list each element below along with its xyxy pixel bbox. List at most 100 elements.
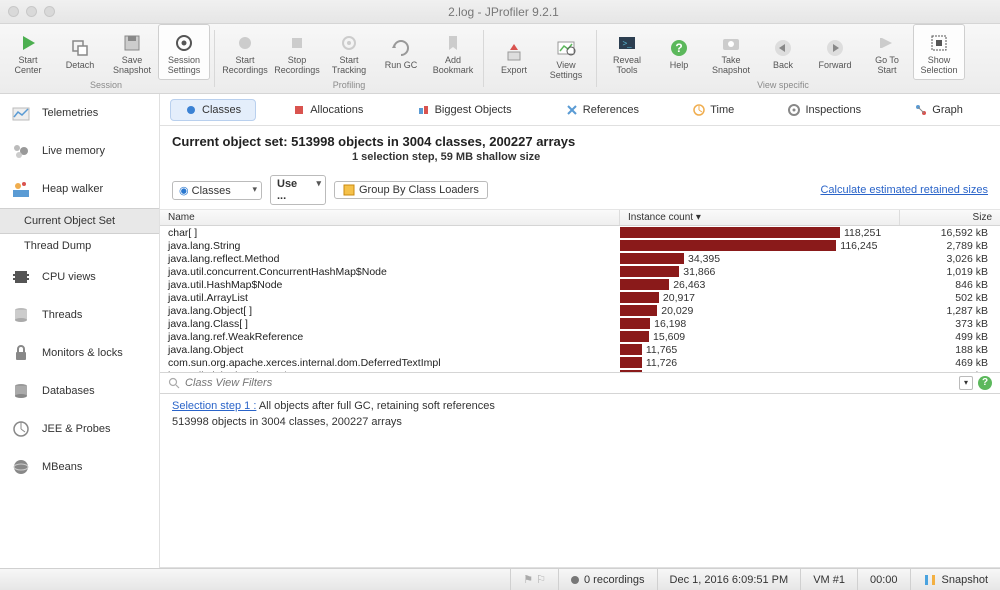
filter-dropdown-icon[interactable]: ▾ bbox=[959, 376, 973, 390]
snapshot-icon bbox=[923, 574, 937, 586]
export-icon bbox=[503, 42, 525, 64]
toolbar-view-settings[interactable]: ViewSettings bbox=[540, 24, 592, 90]
monitors-locks-icon bbox=[10, 342, 32, 364]
status-flags[interactable]: ⚑ ⚐ bbox=[510, 569, 558, 590]
back-icon bbox=[772, 37, 794, 59]
toolbar-add-bookmark[interactable]: AddBookmark bbox=[427, 24, 479, 80]
sidebar-item-label: JEE & Probes bbox=[42, 423, 110, 435]
biggest-objects-icon bbox=[418, 104, 430, 116]
graph-icon bbox=[915, 104, 927, 116]
status-snapshot[interactable]: Snapshot bbox=[910, 569, 1000, 590]
search-icon bbox=[168, 377, 180, 389]
toolbar-label: RevealTools bbox=[613, 56, 641, 76]
bar-icon bbox=[620, 240, 836, 251]
toolbar-go-to-start[interactable]: Go ToStart bbox=[861, 24, 913, 80]
toolbar-show-selection[interactable]: ShowSelection bbox=[913, 24, 965, 80]
toolbar-label: AddBookmark bbox=[433, 56, 474, 76]
sidebar-item-monitors-locks[interactable]: Monitors & locks bbox=[0, 334, 159, 372]
track-icon bbox=[338, 32, 360, 54]
statusbar: ⚑ ⚐ 0 recordings Dec 1, 2016 6:09:51 PM … bbox=[0, 568, 1000, 590]
table-row[interactable]: java.lang.Class[ ]16,198373 kB bbox=[160, 317, 1000, 330]
toolbar-reveal-tools[interactable]: >_RevealTools bbox=[601, 24, 653, 80]
toolbar-label: TakeSnapshot bbox=[712, 56, 750, 76]
view-selector[interactable]: ◉ Classes bbox=[172, 181, 262, 200]
toolbar-back[interactable]: Back bbox=[757, 24, 809, 80]
group-by-button[interactable]: Group By Class Loaders bbox=[334, 181, 488, 199]
sidebar-sub-current-object-set[interactable]: Current Object Set bbox=[0, 208, 159, 234]
table-row[interactable]: java.lang.reflect.Method34,3953,026 kB bbox=[160, 252, 1000, 265]
sidebar-item-cpu-views[interactable]: CPU views bbox=[0, 258, 159, 296]
window-controls bbox=[8, 6, 55, 17]
cell-count: 34,395 bbox=[688, 253, 720, 265]
table-row[interactable]: com.sun.org.apache.xerces.internal.dom.D… bbox=[160, 356, 1000, 369]
use-selector-label: Use ... bbox=[277, 178, 297, 202]
gear-icon bbox=[173, 32, 195, 54]
table-row[interactable]: java.lang.Object11,765188 kB bbox=[160, 343, 1000, 356]
sidebar-item-live-memory[interactable]: Live memory bbox=[0, 132, 159, 170]
tab-allocations[interactable]: Allocations bbox=[278, 99, 378, 121]
toolbar-detach[interactable]: Detach bbox=[54, 24, 106, 80]
table-row[interactable]: java.util.concurrent.ConcurrentHashMap$N… bbox=[160, 265, 1000, 278]
calculate-retained-link[interactable]: Calculate estimated retained sizes bbox=[820, 184, 988, 196]
sidebar-item-jee-probes[interactable]: JEE & Probes bbox=[0, 410, 159, 448]
use-selector[interactable]: Use ... bbox=[270, 175, 326, 205]
toolbar-start-center[interactable]: StartCenter bbox=[2, 24, 54, 80]
sidebar-item-heap-walker[interactable]: Heap walker bbox=[0, 170, 159, 208]
telemetries-icon bbox=[10, 102, 32, 124]
camera-icon bbox=[720, 32, 742, 54]
sidebar-item-telemetries[interactable]: Telemetries bbox=[0, 94, 159, 132]
table-row[interactable]: java.util.ArrayList20,917502 kB bbox=[160, 291, 1000, 304]
cell-name: java.lang.Object[ ] bbox=[160, 305, 620, 317]
toolbar-session-settings[interactable]: SessionSettings bbox=[158, 24, 210, 80]
zoom-icon[interactable] bbox=[44, 6, 55, 17]
filter-input[interactable] bbox=[185, 377, 954, 389]
table-row[interactable]: java.util.HashMap$Node26,463846 kB bbox=[160, 278, 1000, 291]
table-row[interactable]: java.lang.ref.WeakReference15,609499 kB bbox=[160, 330, 1000, 343]
col-name[interactable]: Name bbox=[160, 210, 620, 225]
status-recordings[interactable]: 0 recordings bbox=[558, 569, 657, 590]
object-set-heading: Current object set: 513998 objects in 30… bbox=[160, 126, 1000, 151]
toolbar-take-snapshot[interactable]: TakeSnapshot bbox=[705, 24, 757, 80]
sidebar-item-label: Databases bbox=[42, 385, 95, 397]
controls-bar: ◉ Classes Use ... Group By Class Loaders… bbox=[160, 171, 1000, 210]
table-row[interactable]: java.lang.Object[ ]20,0291,287 kB bbox=[160, 304, 1000, 317]
selection-step-link[interactable]: Selection step 1 : bbox=[172, 400, 256, 412]
sidebar-item-databases[interactable]: Databases bbox=[0, 372, 159, 410]
tab-label: Allocations bbox=[310, 104, 363, 116]
allocations-icon bbox=[293, 104, 305, 116]
toolbar-save-snapshot[interactable]: SaveSnapshot bbox=[106, 24, 158, 80]
help-icon[interactable]: ? bbox=[978, 376, 992, 390]
sidebar-sub-thread-dump[interactable]: Thread Dump bbox=[0, 234, 159, 258]
toolbar-start-recordings[interactable]: StartRecordings bbox=[219, 24, 271, 80]
cell-size: 499 kB bbox=[900, 331, 1000, 343]
toolbar-help[interactable]: ?Help bbox=[653, 24, 705, 80]
cell-name: java.lang.Class[ ] bbox=[160, 318, 620, 330]
minimize-icon[interactable] bbox=[26, 6, 37, 17]
close-icon[interactable] bbox=[8, 6, 19, 17]
time-icon bbox=[693, 104, 705, 116]
tab-inspections[interactable]: Inspections bbox=[773, 99, 876, 121]
sidebar-item-label: MBeans bbox=[42, 461, 82, 473]
cell-size: 1,287 kB bbox=[900, 305, 1000, 317]
class-table: Name Instance count ▾ Size char[ ]118,25… bbox=[160, 210, 1000, 372]
col-size[interactable]: Size bbox=[900, 210, 1000, 225]
toolbar-stop-recordings[interactable]: StopRecordings bbox=[271, 24, 323, 80]
col-count[interactable]: Instance count ▾ bbox=[620, 210, 900, 225]
tab-classes[interactable]: Classes bbox=[170, 99, 256, 121]
table-row[interactable]: char[ ]118,25116,592 kB bbox=[160, 226, 1000, 239]
sidebar: TelemetriesLive memoryHeap walkerCurrent… bbox=[0, 94, 160, 568]
tab-graph[interactable]: Graph bbox=[900, 99, 978, 121]
view-tabs: Classes Allocations Biggest Objects Referen… bbox=[160, 94, 1000, 126]
sidebar-item-threads[interactable]: Threads bbox=[0, 296, 159, 334]
toolbar-forward[interactable]: Forward bbox=[809, 24, 861, 80]
tab-biggest-objects[interactable]: Biggest Objects bbox=[403, 99, 527, 121]
cell-count: 118,251 bbox=[844, 227, 881, 239]
toolbar-start-tracking[interactable]: StartTracking bbox=[323, 24, 375, 80]
tab-time[interactable]: Time bbox=[678, 99, 749, 121]
toolbar-run-gc[interactable]: Run GC bbox=[375, 24, 427, 80]
tab-references[interactable]: References bbox=[551, 99, 654, 121]
table-row[interactable]: java.lang.String116,2452,789 kB bbox=[160, 239, 1000, 252]
group-by-label: Group By Class Loaders bbox=[359, 184, 479, 196]
sidebar-item-mbeans[interactable]: MBeans bbox=[0, 448, 159, 486]
toolbar-export[interactable]: Export bbox=[488, 24, 540, 90]
